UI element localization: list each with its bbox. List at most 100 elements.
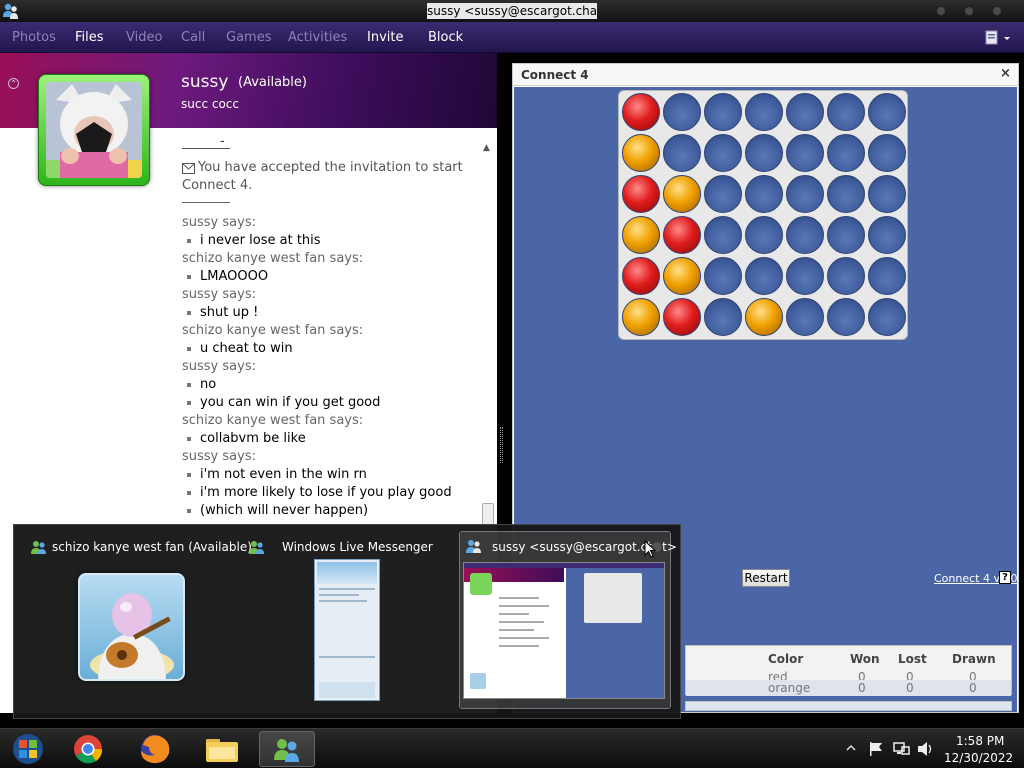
board-cell-orange[interactable]	[622, 134, 660, 172]
messenger-contact-icon	[31, 541, 46, 554]
connect4-board[interactable]	[618, 90, 908, 340]
board-cell-orange[interactable]	[663, 175, 701, 213]
menu-block[interactable]: Block	[428, 30, 463, 46]
board-cell-orange[interactable]	[663, 257, 701, 295]
thumbnail-label[interactable]: Windows Live Messenger	[282, 540, 433, 554]
board-cell-empty[interactable]	[745, 134, 783, 172]
menu-files[interactable]: Files	[75, 30, 104, 46]
board-cell-empty[interactable]	[704, 257, 742, 295]
board-cell-orange[interactable]	[622, 216, 660, 254]
board-cell-empty[interactable]	[704, 216, 742, 254]
board-cell-empty[interactable]	[663, 134, 701, 172]
windows-logo-icon	[13, 734, 43, 764]
board-cell-empty[interactable]	[868, 93, 906, 131]
board-cell-empty[interactable]	[868, 298, 906, 336]
board-cell-empty[interactable]	[786, 298, 824, 336]
close-window-button[interactable]	[992, 6, 1002, 16]
board-cell-empty[interactable]	[704, 298, 742, 336]
contact-avatar[interactable]	[38, 74, 150, 186]
game-status-strip	[685, 701, 1012, 711]
window-titlebar[interactable]: sussy <sussy@escargot.chat>	[0, 0, 1024, 22]
board-cell-empty[interactable]	[745, 257, 783, 295]
menu-activities[interactable]: Activities	[288, 30, 347, 46]
board-cell-empty[interactable]	[868, 257, 906, 295]
board-cell-empty[interactable]	[786, 175, 824, 213]
clock-time[interactable]: 1:58 PM	[956, 734, 1004, 748]
menu-photos[interactable]: Photos	[12, 30, 56, 46]
menu-games[interactable]: Games	[226, 30, 271, 46]
board-cell-empty[interactable]	[786, 257, 824, 295]
network-icon[interactable]	[892, 741, 910, 757]
menu-options-icon[interactable]	[984, 29, 1014, 47]
scroll-up-arrow-icon[interactable]: ▲	[483, 143, 490, 153]
score-header-lost: Lost	[898, 652, 927, 666]
board-cell-red[interactable]	[622, 257, 660, 295]
board-cell-empty[interactable]	[827, 93, 865, 131]
board-cell-empty[interactable]	[868, 134, 906, 172]
board-cell-empty[interactable]	[868, 175, 906, 213]
board-cell-empty[interactable]	[745, 175, 783, 213]
board-cell-empty[interactable]	[704, 134, 742, 172]
volume-icon[interactable]	[917, 741, 935, 757]
action-center-flag-icon[interactable]	[868, 741, 884, 757]
board-cell-orange[interactable]	[745, 298, 783, 336]
board-cell-empty[interactable]	[827, 216, 865, 254]
board-cell-empty[interactable]	[786, 134, 824, 172]
message-line: u cheat to win	[200, 341, 293, 356]
messenger-window-thumbnail[interactable]	[314, 559, 380, 701]
collapse-button[interactable]: ⌃	[8, 78, 19, 89]
board-cell-empty[interactable]	[745, 216, 783, 254]
minimize-button[interactable]	[936, 6, 946, 16]
messenger-taskbar-icon	[274, 739, 299, 762]
system-message: You have accepted the invitation to star…	[182, 160, 463, 193]
taskbar-messenger-button[interactable]	[259, 731, 315, 767]
board-cell-red[interactable]	[622, 93, 660, 131]
board-cell-empty[interactable]	[827, 298, 865, 336]
taskbar-chrome-button[interactable]	[60, 731, 116, 767]
taskbar-explorer-button[interactable]	[194, 731, 250, 767]
bullet-icon	[187, 311, 191, 315]
board-cell-empty[interactable]	[786, 93, 824, 131]
board-cell-red[interactable]	[663, 216, 701, 254]
pane-splitter-grip[interactable]	[500, 427, 503, 463]
board-cell-empty[interactable]	[827, 134, 865, 172]
board-cell-empty[interactable]	[827, 175, 865, 213]
bullet-icon	[187, 347, 191, 351]
speaker-label: schizo kanye west fan says:	[182, 251, 364, 266]
restart-button[interactable]: Restart	[742, 569, 790, 587]
bullet-icon	[187, 437, 191, 441]
board-cell-empty[interactable]	[704, 175, 742, 213]
board-cell-red[interactable]	[622, 175, 660, 213]
speaker-label: schizo kanye west fan says:	[182, 323, 364, 338]
board-cell-empty[interactable]	[704, 93, 742, 131]
menu-video[interactable]: Video	[126, 30, 162, 46]
message-line: you can win if you get good	[200, 395, 381, 410]
speaker-label: sussy says:	[182, 449, 256, 464]
menu-call[interactable]: Call	[181, 30, 205, 46]
conversation-window-thumbnail[interactable]	[463, 562, 665, 699]
thumbnail-label[interactable]: schizo kanye west fan (Available)	[52, 540, 252, 554]
contact-name: sussy	[181, 72, 229, 92]
bullet-icon	[187, 491, 191, 495]
score-header-color: Color	[768, 652, 804, 666]
close-game-button[interactable]: ×	[1000, 66, 1011, 81]
board-cell-empty[interactable]	[745, 93, 783, 131]
menu-invite[interactable]: Invite	[367, 30, 403, 46]
board-cell-empty[interactable]	[827, 257, 865, 295]
clock-date[interactable]: 12/30/2022	[944, 751, 1013, 765]
help-icon[interactable]: ?	[999, 571, 1011, 584]
message-line: i never lose at this	[200, 233, 321, 248]
start-button[interactable]	[0, 731, 56, 767]
board-cell-orange[interactable]	[622, 298, 660, 336]
tray-expand-icon[interactable]	[846, 743, 856, 753]
board-cell-empty[interactable]	[663, 93, 701, 131]
maximize-button[interactable]	[964, 6, 974, 16]
board-cell-empty[interactable]	[786, 216, 824, 254]
board-cell-red[interactable]	[663, 298, 701, 336]
desktop: sussy <sussy@escargot.chat> Photos Files…	[0, 0, 1024, 768]
board-cell-empty[interactable]	[868, 216, 906, 254]
bullet-icon	[187, 275, 191, 279]
mouse-cursor-icon	[644, 540, 656, 558]
contact-thumbnail[interactable]	[78, 573, 185, 681]
taskbar-firefox-button[interactable]	[127, 731, 183, 767]
